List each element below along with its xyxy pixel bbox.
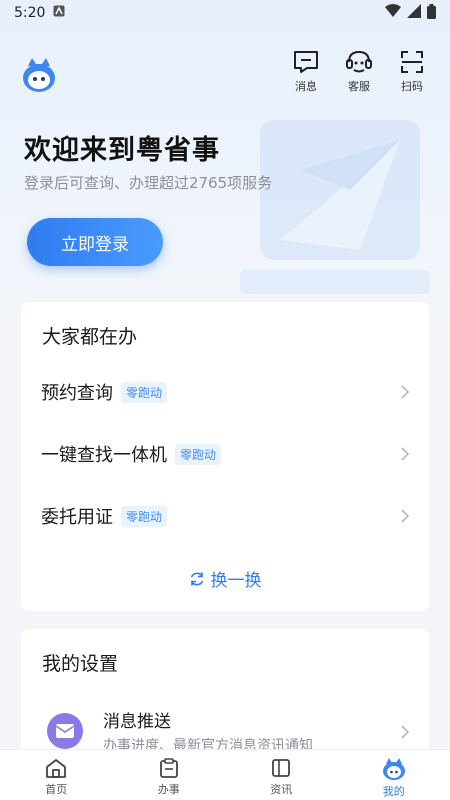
wifi-icon — [385, 4, 401, 22]
status-bar: 5:20 — [0, 0, 450, 26]
login-button[interactable]: 立即登录 — [27, 218, 163, 266]
chevron-right-icon — [401, 385, 409, 399]
service-row[interactable]: 委托用证 零跑动 — [21, 496, 429, 536]
service-name: 一键查找一体机 — [41, 445, 167, 466]
chevron-right-icon — [401, 509, 409, 523]
notification-a-icon — [53, 5, 65, 21]
tab-home[interactable]: 首页 — [0, 750, 113, 800]
service-row[interactable]: 预约查询 零跑动 — [21, 372, 429, 412]
refresh-button[interactable]: 换一换 — [21, 566, 429, 591]
service-tag: 零跑动 — [175, 443, 222, 465]
scan-button[interactable]: 扫码 — [392, 50, 432, 94]
mascot-icon — [382, 758, 405, 780]
battery-icon — [427, 3, 436, 23]
settings-card: 我的设置 消息推送 办事进度、最新官方消息资讯通知 — [21, 629, 429, 759]
tab-mine[interactable]: 我的 — [338, 750, 450, 800]
customer-service-icon — [346, 50, 372, 73]
settings-title: 我的设置 — [42, 653, 119, 675]
service-row[interactable]: 一键查找一体机 零跑动 — [21, 434, 429, 474]
refresh-icon — [190, 572, 203, 585]
chevron-right-icon — [401, 447, 409, 461]
app-mascot-logo[interactable] — [20, 56, 58, 94]
welcome-subtitle: 登录后可查询、办理超过2765项服务 — [24, 174, 273, 192]
message-label: 消息 — [295, 80, 317, 93]
customer-service-label: 客服 — [348, 80, 370, 93]
service-name: 委托用证 — [41, 507, 113, 528]
popular-services-card: 大家都在办 预约查询 零跑动 一键查找一体机 零跑动 委托用证 零跑动 换一换 — [21, 302, 429, 611]
bottom-tab-bar: 首页 办事 资讯 我的 — [0, 749, 450, 800]
scan-label: 扫码 — [401, 80, 423, 93]
signal-icon — [407, 4, 421, 22]
clipboard-icon — [159, 758, 178, 778]
tab-label: 首页 — [45, 783, 68, 796]
tab-label: 资讯 — [270, 783, 293, 796]
notification-mail-icon — [47, 713, 83, 749]
customer-service-button[interactable]: 客服 — [339, 50, 379, 94]
tab-label: 我的 — [382, 785, 405, 798]
message-button[interactable]: 消息 — [286, 50, 326, 94]
service-tag: 零跑动 — [121, 381, 168, 403]
welcome-title: 欢迎来到粤省事 — [24, 135, 220, 166]
tab-news[interactable]: 资讯 — [225, 750, 338, 800]
service-tag: 零跑动 — [121, 505, 168, 527]
message-icon — [294, 51, 318, 73]
decorative-logo-watermark — [240, 120, 430, 294]
news-icon — [272, 759, 291, 777]
tab-label: 办事 — [157, 783, 180, 796]
popular-title: 大家都在办 — [42, 326, 138, 348]
status-time: 5:20 — [14, 5, 46, 21]
chevron-right-icon — [401, 725, 409, 739]
home-icon — [46, 759, 67, 778]
service-name: 预约查询 — [41, 383, 113, 404]
refresh-label: 换一换 — [210, 571, 262, 591]
tab-services[interactable]: 办事 — [113, 750, 226, 800]
top-bar: 消息 客服 扫码 — [0, 44, 450, 100]
setting-title: 消息推送 — [103, 712, 171, 732]
scan-icon — [401, 51, 423, 73]
